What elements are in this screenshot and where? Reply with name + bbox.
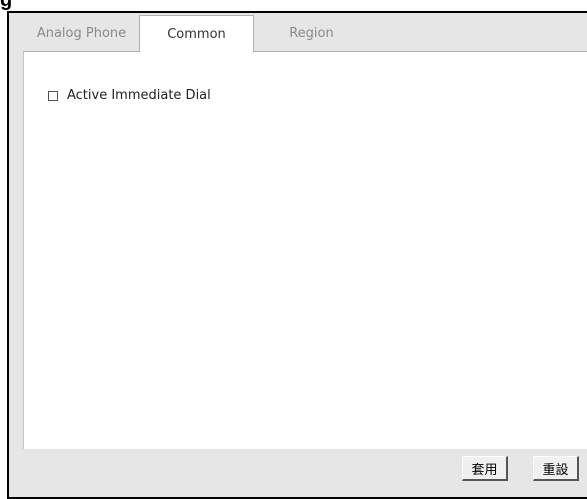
active-immediate-dial-row: Active Immediate Dial — [48, 88, 211, 103]
apply-button[interactable]: 套用 — [462, 456, 508, 481]
tab-common[interactable]: Common — [139, 15, 254, 52]
active-immediate-dial-checkbox[interactable] — [48, 90, 58, 101]
tab-region[interactable]: Region — [254, 15, 369, 51]
tab-analog-phone[interactable]: Analog Phone — [24, 15, 139, 51]
tab-content: Active Immediate Dial — [23, 51, 587, 449]
tab-bar: Analog Phone Common Region — [24, 15, 369, 52]
active-immediate-dial-label: Active Immediate Dial — [67, 88, 211, 103]
reset-button[interactable]: 重設 — [533, 456, 579, 481]
settings-panel: Analog Phone Common Region Active Immedi… — [7, 11, 587, 499]
